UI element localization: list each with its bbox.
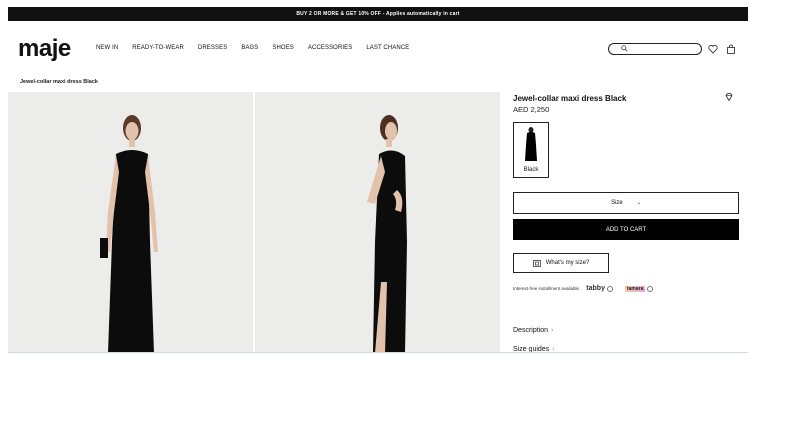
nav-shoes[interactable]: SHOES — [272, 45, 294, 51]
accordion-description-label: Description — [513, 327, 549, 334]
size-selector[interactable]: Size ⌄ — [513, 192, 739, 214]
nav-new-in[interactable]: NEW IN — [96, 45, 118, 51]
maje-logo[interactable]: maje — [18, 37, 71, 61]
product-gallery — [8, 92, 501, 353]
installment-row: Interest-free installment available. tab… — [513, 285, 743, 292]
promo-text: BUY 2 OR MORE & GET 10% OFF - Applies au… — [296, 11, 460, 17]
info-icon[interactable] — [647, 285, 654, 292]
chevron-down-icon: ⌄ — [636, 200, 641, 206]
nav-accessories[interactable]: ACCESSORIES — [308, 45, 352, 51]
accordion-description[interactable]: Description › — [513, 327, 553, 334]
model-side-figure — [367, 115, 407, 353]
wishlist-diamond-icon[interactable] — [724, 92, 734, 102]
chevron-right-icon: › — [551, 327, 554, 334]
whats-my-size-button[interactable]: What's my size? — [513, 253, 609, 273]
info-icon[interactable] — [606, 285, 613, 292]
bottom-divider — [8, 352, 748, 353]
product-image-side[interactable] — [255, 92, 500, 353]
color-label: Black — [523, 167, 539, 173]
size-guide-icon — [532, 259, 541, 267]
heart-icon[interactable] — [708, 44, 718, 54]
bag-icon[interactable] — [726, 44, 736, 54]
tamara-logo: tamara — [624, 285, 646, 292]
model-front-figure — [100, 115, 158, 353]
whats-my-size-label: What's my size? — [545, 260, 590, 266]
nav-bags[interactable]: BAGS — [241, 45, 258, 51]
color-swatch-black[interactable]: Black — [513, 122, 549, 178]
page-frame: BUY 2 OR MORE & GET 10% OFF - Applies au… — [8, 7, 748, 354]
breadcrumb[interactable]: Jewel-collar maxi dress Black — [20, 79, 98, 85]
tabby-logo: tabby — [586, 285, 605, 292]
promo-banner[interactable]: BUY 2 OR MORE & GET 10% OFF - Applies au… — [8, 7, 748, 21]
size-label: Size — [611, 200, 623, 206]
main-nav: NEW IN READY-TO-WEAR DRESSES BAGS SHOES … — [96, 45, 409, 51]
installment-text: Interest-free installment available. — [513, 286, 581, 291]
nav-last-chance[interactable]: LAST CHANCE — [366, 45, 409, 51]
nav-ready-to-wear[interactable]: READY-TO-WEAR — [132, 45, 184, 51]
product-title: Jewel-collar maxi dress Black — [513, 94, 627, 103]
product-price: AED 2,250 — [513, 105, 550, 114]
search-bar[interactable] — [608, 43, 702, 55]
product-image-front[interactable] — [8, 92, 253, 353]
search-icon — [621, 45, 628, 52]
add-to-cart-button[interactable]: ADD TO CART — [513, 219, 739, 240]
dress-thumbnail — [525, 127, 537, 161]
nav-dresses[interactable]: DRESSES — [198, 45, 227, 51]
